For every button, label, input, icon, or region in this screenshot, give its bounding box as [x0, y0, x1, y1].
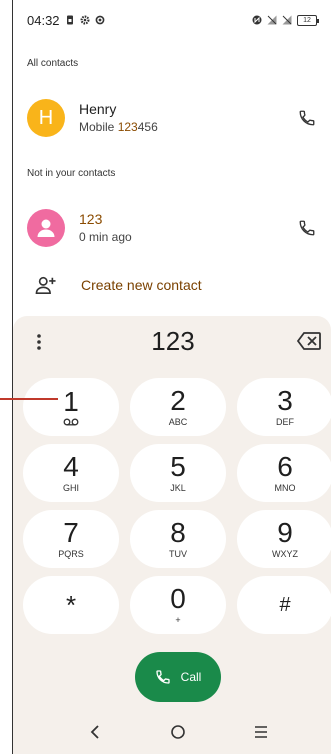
key-letters: PQRS: [58, 549, 84, 559]
dialed-number-row: 123: [13, 316, 331, 370]
nav-recents-button[interactable]: [249, 720, 273, 744]
no-signal-icon: [282, 15, 292, 25]
status-time: 04:32: [27, 12, 60, 28]
contact-number: 123: [79, 211, 103, 227]
recents-icon: [255, 726, 267, 738]
key-digit: *: [65, 590, 77, 620]
more-options-button[interactable]: [27, 330, 51, 354]
key-letters: MNO: [274, 483, 296, 493]
add-person-icon: [35, 276, 56, 294]
phone-icon: [299, 110, 315, 126]
key-digit: 0: [170, 583, 186, 614]
key-digit: 1: [63, 386, 79, 417]
phone-icon: [155, 670, 170, 684]
home-icon: [171, 725, 185, 739]
key-4[interactable]: 4 GHI: [23, 444, 119, 502]
key-digit: 3: [277, 385, 293, 416]
section-label-not-in-contacts: Not in your contacts: [27, 168, 116, 179]
key-2[interactable]: 2 ABC: [130, 378, 226, 436]
more-vert-icon: [37, 334, 41, 350]
key-letters: WXYZ: [272, 549, 298, 559]
key-digit: 7: [63, 517, 79, 548]
key-hash[interactable]: #: [237, 576, 331, 634]
key-letters: TUV: [169, 549, 187, 559]
dialed-number[interactable]: 123: [73, 326, 273, 357]
key-digit: 2: [170, 385, 186, 416]
status-bar: 04:32 12: [13, 0, 331, 40]
back-icon: [90, 725, 99, 739]
create-new-contact-button[interactable]: Create new contact: [13, 268, 331, 302]
avatar: H: [27, 99, 65, 137]
key-6[interactable]: 6 MNO: [237, 444, 331, 502]
key-0[interactable]: 0 +: [130, 576, 226, 634]
key-digit: 5: [170, 451, 186, 482]
key-digit: 6: [277, 451, 293, 482]
nav-home-button[interactable]: [166, 720, 190, 744]
annotation-pointer-line: [0, 398, 58, 400]
voicemail-icon: [63, 418, 79, 426]
nfc-icon: [252, 15, 262, 25]
key-7[interactable]: 7 PQRS: [23, 510, 119, 568]
key-1[interactable]: 1: [23, 378, 119, 436]
contact-row-henry[interactable]: H Henry Mobile 123456: [13, 88, 331, 148]
no-signal-icon: [267, 15, 277, 25]
gear-icon: [80, 15, 90, 25]
contact-detail: Mobile 123456: [79, 120, 158, 134]
section-label-all-contacts: All contacts: [27, 58, 79, 69]
key-letters: DEF: [276, 417, 294, 427]
contact-row-123[interactable]: 123 0 min ago: [13, 198, 331, 258]
create-new-contact-label: Create new contact: [81, 277, 202, 293]
key-5[interactable]: 5 JKL: [130, 444, 226, 502]
call-button[interactable]: Call: [135, 652, 221, 702]
backspace-icon: [296, 332, 321, 350]
dialpad: 123 1 2 ABC 3 DEF 4 GHI 5 JKL 6 MNO 7 PQ…: [13, 316, 331, 754]
navigation-bar: [13, 712, 331, 754]
avatar: [27, 209, 65, 247]
phone-icon: [299, 220, 315, 236]
call-label: Call: [180, 670, 202, 684]
key-star[interactable]: *: [23, 576, 119, 634]
contact-detail: 0 min ago: [79, 230, 132, 244]
key-9[interactable]: 9 WXYZ: [237, 510, 331, 568]
call-number-button[interactable]: [295, 216, 319, 240]
key-letters: GHI: [62, 483, 79, 493]
key-digit: #: [279, 594, 291, 616]
key-digit: 9: [277, 517, 293, 548]
battery-icon: 12: [297, 14, 319, 26]
key-digit: 8: [170, 517, 186, 548]
key-3[interactable]: 3 DEF: [237, 378, 331, 436]
person-icon: [37, 219, 55, 237]
key-letters: ABC: [168, 417, 188, 427]
settings-icon: [95, 15, 104, 25]
call-contact-button[interactable]: [295, 106, 319, 130]
nav-back-button[interactable]: [83, 720, 107, 744]
key-letters: JKL: [170, 483, 186, 493]
dialer-screen: 04:32 12 All contacts H Henry Mobile 123…: [12, 0, 331, 754]
dialpad-keys: 1 2 ABC 3 DEF 4 GHI 5 JKL 6 MNO 7 PQRS 8…: [23, 378, 331, 634]
key-digit: 4: [63, 451, 79, 482]
key-8[interactable]: 8 TUV: [130, 510, 226, 568]
contact-name: Henry: [79, 101, 117, 117]
backspace-button[interactable]: [296, 332, 323, 352]
sim-card-icon: [66, 15, 73, 25]
battery-level: 12: [303, 16, 311, 24]
key-letters: +: [175, 615, 181, 625]
